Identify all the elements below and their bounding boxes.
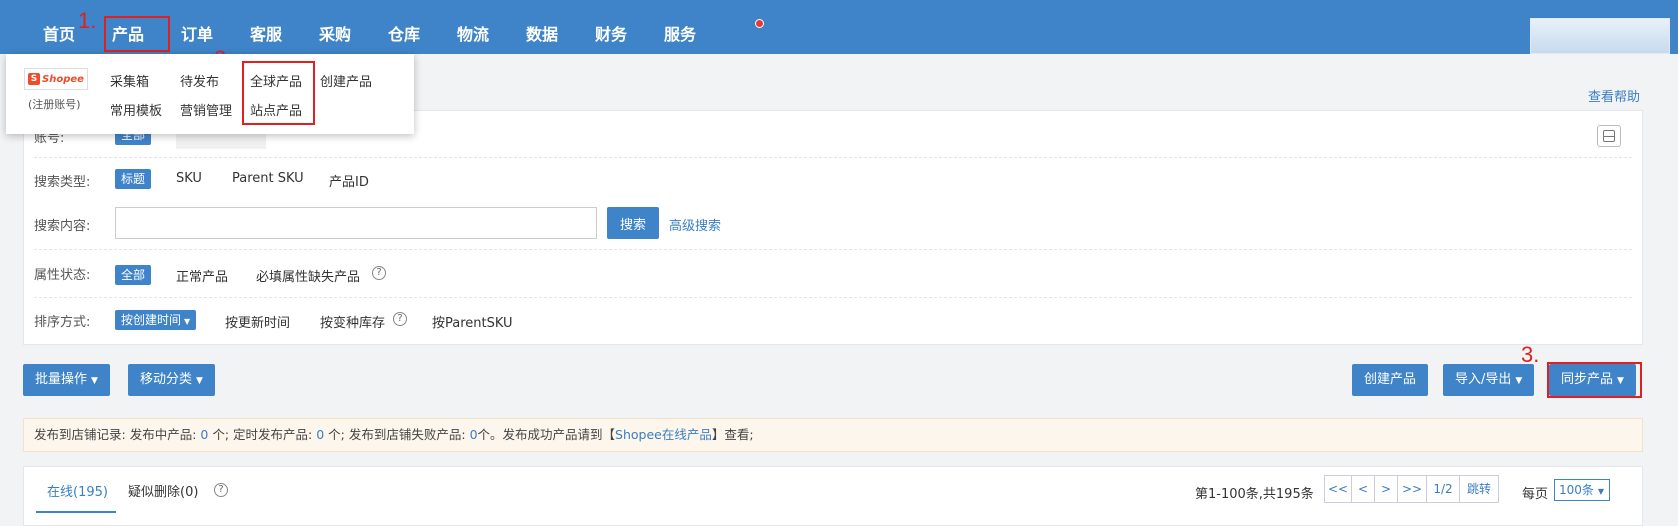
nav-item-services[interactable]: 服务 <box>664 0 696 54</box>
nav-item-logistics[interactable]: 物流 <box>457 0 489 54</box>
collapse-icon <box>1603 130 1615 142</box>
notice-success-text: 个。发布成功产品请到【 <box>477 427 616 442</box>
search-input[interactable] <box>115 207 597 239</box>
caret-down-icon: ▼ <box>184 317 191 326</box>
per-page-value: 100条 <box>1559 483 1594 497</box>
sort-by-updated[interactable]: 按更新时间 <box>225 312 290 331</box>
nav-item-finance[interactable]: 财务 <box>595 0 627 54</box>
chevron-down-icon: ▼ <box>91 376 98 386</box>
nav-item-service[interactable]: 客服 <box>250 0 282 54</box>
attr-all-tag[interactable]: 全部 <box>115 265 152 285</box>
nav-item-data[interactable]: 数据 <box>526 0 558 54</box>
active-tab-indicator <box>36 511 116 513</box>
menu-item-marketing[interactable]: 营销管理 <box>180 100 232 119</box>
sort-label: 排序方式: <box>34 315 91 330</box>
move-category-label: 移动分类 <box>140 372 193 387</box>
per-page-label: 每页 <box>1522 487 1549 502</box>
highlight-box-global-site-products <box>242 61 315 125</box>
collapse-panel-button[interactable] <box>1597 125 1621 147</box>
help-link[interactable]: 查看帮助 <box>1588 86 1640 105</box>
search-type-product-id[interactable]: 产品ID <box>329 171 369 190</box>
import-export-label: 导入/导出 <box>1455 372 1512 387</box>
create-product-button[interactable]: 创建产品 <box>1352 364 1429 396</box>
search-content-label: 搜索内容: <box>34 219 91 234</box>
pager-prev[interactable]: < <box>1351 475 1375 503</box>
row-divider <box>34 249 1632 250</box>
highlight-box-products <box>104 16 170 52</box>
notice-publishing-label: 发布中产品: <box>129 427 197 442</box>
notice-failed-label: 个; 发布到店铺失败产品: <box>328 427 466 442</box>
notice-failed-count[interactable]: 0 <box>470 427 478 442</box>
shopee-online-products-link[interactable]: Shopee在线产品 <box>615 427 712 442</box>
chevron-down-icon: ▼ <box>196 376 203 386</box>
shopee-brand-text: Shopee <box>42 73 84 85</box>
notice-suffix: 】查看; <box>711 427 754 442</box>
notification-dot <box>755 19 764 28</box>
move-category-button[interactable]: 移动分类 ▼ <box>128 364 215 396</box>
per-page-select[interactable]: 100条 ▼ <box>1554 479 1610 501</box>
notice-prefix: 发布到店铺记录: <box>34 427 126 442</box>
help-question-icon[interactable]: ? <box>393 312 407 326</box>
highlight-box-sync <box>1547 362 1642 398</box>
pager-last[interactable]: >> <box>1397 475 1427 503</box>
create-product-label: 创建产品 <box>1364 372 1417 387</box>
advanced-search-link[interactable]: 高级搜索 <box>669 215 721 234</box>
pager-first[interactable]: << <box>1324 475 1352 503</box>
sort-by-parent-sku[interactable]: 按ParentSKU <box>432 312 513 331</box>
filter-panel: 账号: 全部 搜索类型: 标题 SKU Parent SKU 产品ID 搜索内容… <box>23 110 1643 345</box>
menu-item-common-templates[interactable]: 常用模板 <box>110 100 162 119</box>
sort-by-variant-stock[interactable]: 按变种库存 <box>320 312 385 331</box>
batch-operations-button[interactable]: 批量操作 ▼ <box>23 364 110 396</box>
shopee-bag-icon: S <box>28 73 41 85</box>
search-type-parent-sku[interactable]: Parent SKU <box>232 171 304 186</box>
pager-current-page[interactable]: 1/2 <box>1426 475 1460 503</box>
row-divider <box>34 157 1632 158</box>
menu-item-pending-publish[interactable]: 待发布 <box>180 71 219 90</box>
user-account-box[interactable] <box>1530 18 1670 54</box>
shopee-logo[interactable]: S Shopee <box>24 68 88 90</box>
chevron-down-icon: ▼ <box>1597 487 1605 496</box>
sort-by-created-dropdown[interactable]: 按创建时间 ▼ <box>115 310 197 330</box>
products-dropdown-menu: S Shopee (注册账号) 采集箱 常用模板 待发布 营销管理 全球产品 站… <box>6 54 414 134</box>
attr-missing-required[interactable]: 必填属性缺失产品 <box>256 266 360 285</box>
search-button[interactable]: 搜索 <box>607 207 659 239</box>
nav-item-home[interactable]: 首页 <box>43 0 75 54</box>
nav-item-purchase[interactable]: 采购 <box>319 0 351 54</box>
sort-by-created-label: 按创建时间 <box>121 313 182 327</box>
import-export-button[interactable]: 导入/导出 ▼ <box>1443 364 1535 396</box>
notice-scheduled-label: 个; 定时发布产品: <box>212 427 313 442</box>
search-type-title[interactable]: 标题 <box>115 169 152 189</box>
attribute-status-label: 属性状态: <box>34 268 91 283</box>
tab-suspected-deleted[interactable]: 疑似删除(0) <box>128 481 198 500</box>
nav-item-orders[interactable]: 订单 <box>181 0 213 54</box>
help-question-icon[interactable]: ? <box>214 483 228 497</box>
product-list-header: 在线(195) 疑似删除(0) ? 第1-100条,共195条 << < > >… <box>23 466 1643 526</box>
nav-item-warehouse[interactable]: 仓库 <box>388 0 420 54</box>
notice-scheduled-count[interactable]: 0 <box>316 427 324 442</box>
top-nav: 首页 产品 订单 客服 采购 仓库 物流 数据 财务 服务 <box>0 0 1678 54</box>
publish-record-notice: 发布到店铺记录: 发布中产品: 0 个; 定时发布产品: 0 个; 发布到店铺失… <box>23 418 1643 452</box>
help-question-icon[interactable]: ? <box>372 266 386 280</box>
pager-jump[interactable]: 跳转 <box>1459 475 1499 503</box>
pager-next[interactable]: > <box>1374 475 1398 503</box>
menu-item-collection-box[interactable]: 采集箱 <box>110 71 149 90</box>
batch-operations-label: 批量操作 <box>35 372 88 387</box>
chevron-down-icon: ▼ <box>1515 376 1523 386</box>
row-divider <box>34 297 1632 298</box>
search-type-label: 搜索类型: <box>34 175 91 190</box>
menu-item-create-product[interactable]: 创建产品 <box>320 71 372 90</box>
register-account-link[interactable]: (注册账号) <box>28 96 81 112</box>
tab-online[interactable]: 在线(195) <box>47 481 108 500</box>
annotation-step-1: 1. <box>78 8 97 33</box>
search-type-sku[interactable]: SKU <box>176 171 202 186</box>
notice-publishing-count[interactable]: 0 <box>200 427 208 442</box>
attr-normal-products[interactable]: 正常产品 <box>176 266 228 285</box>
page-range-info: 第1-100条,共195条 <box>1195 487 1314 502</box>
